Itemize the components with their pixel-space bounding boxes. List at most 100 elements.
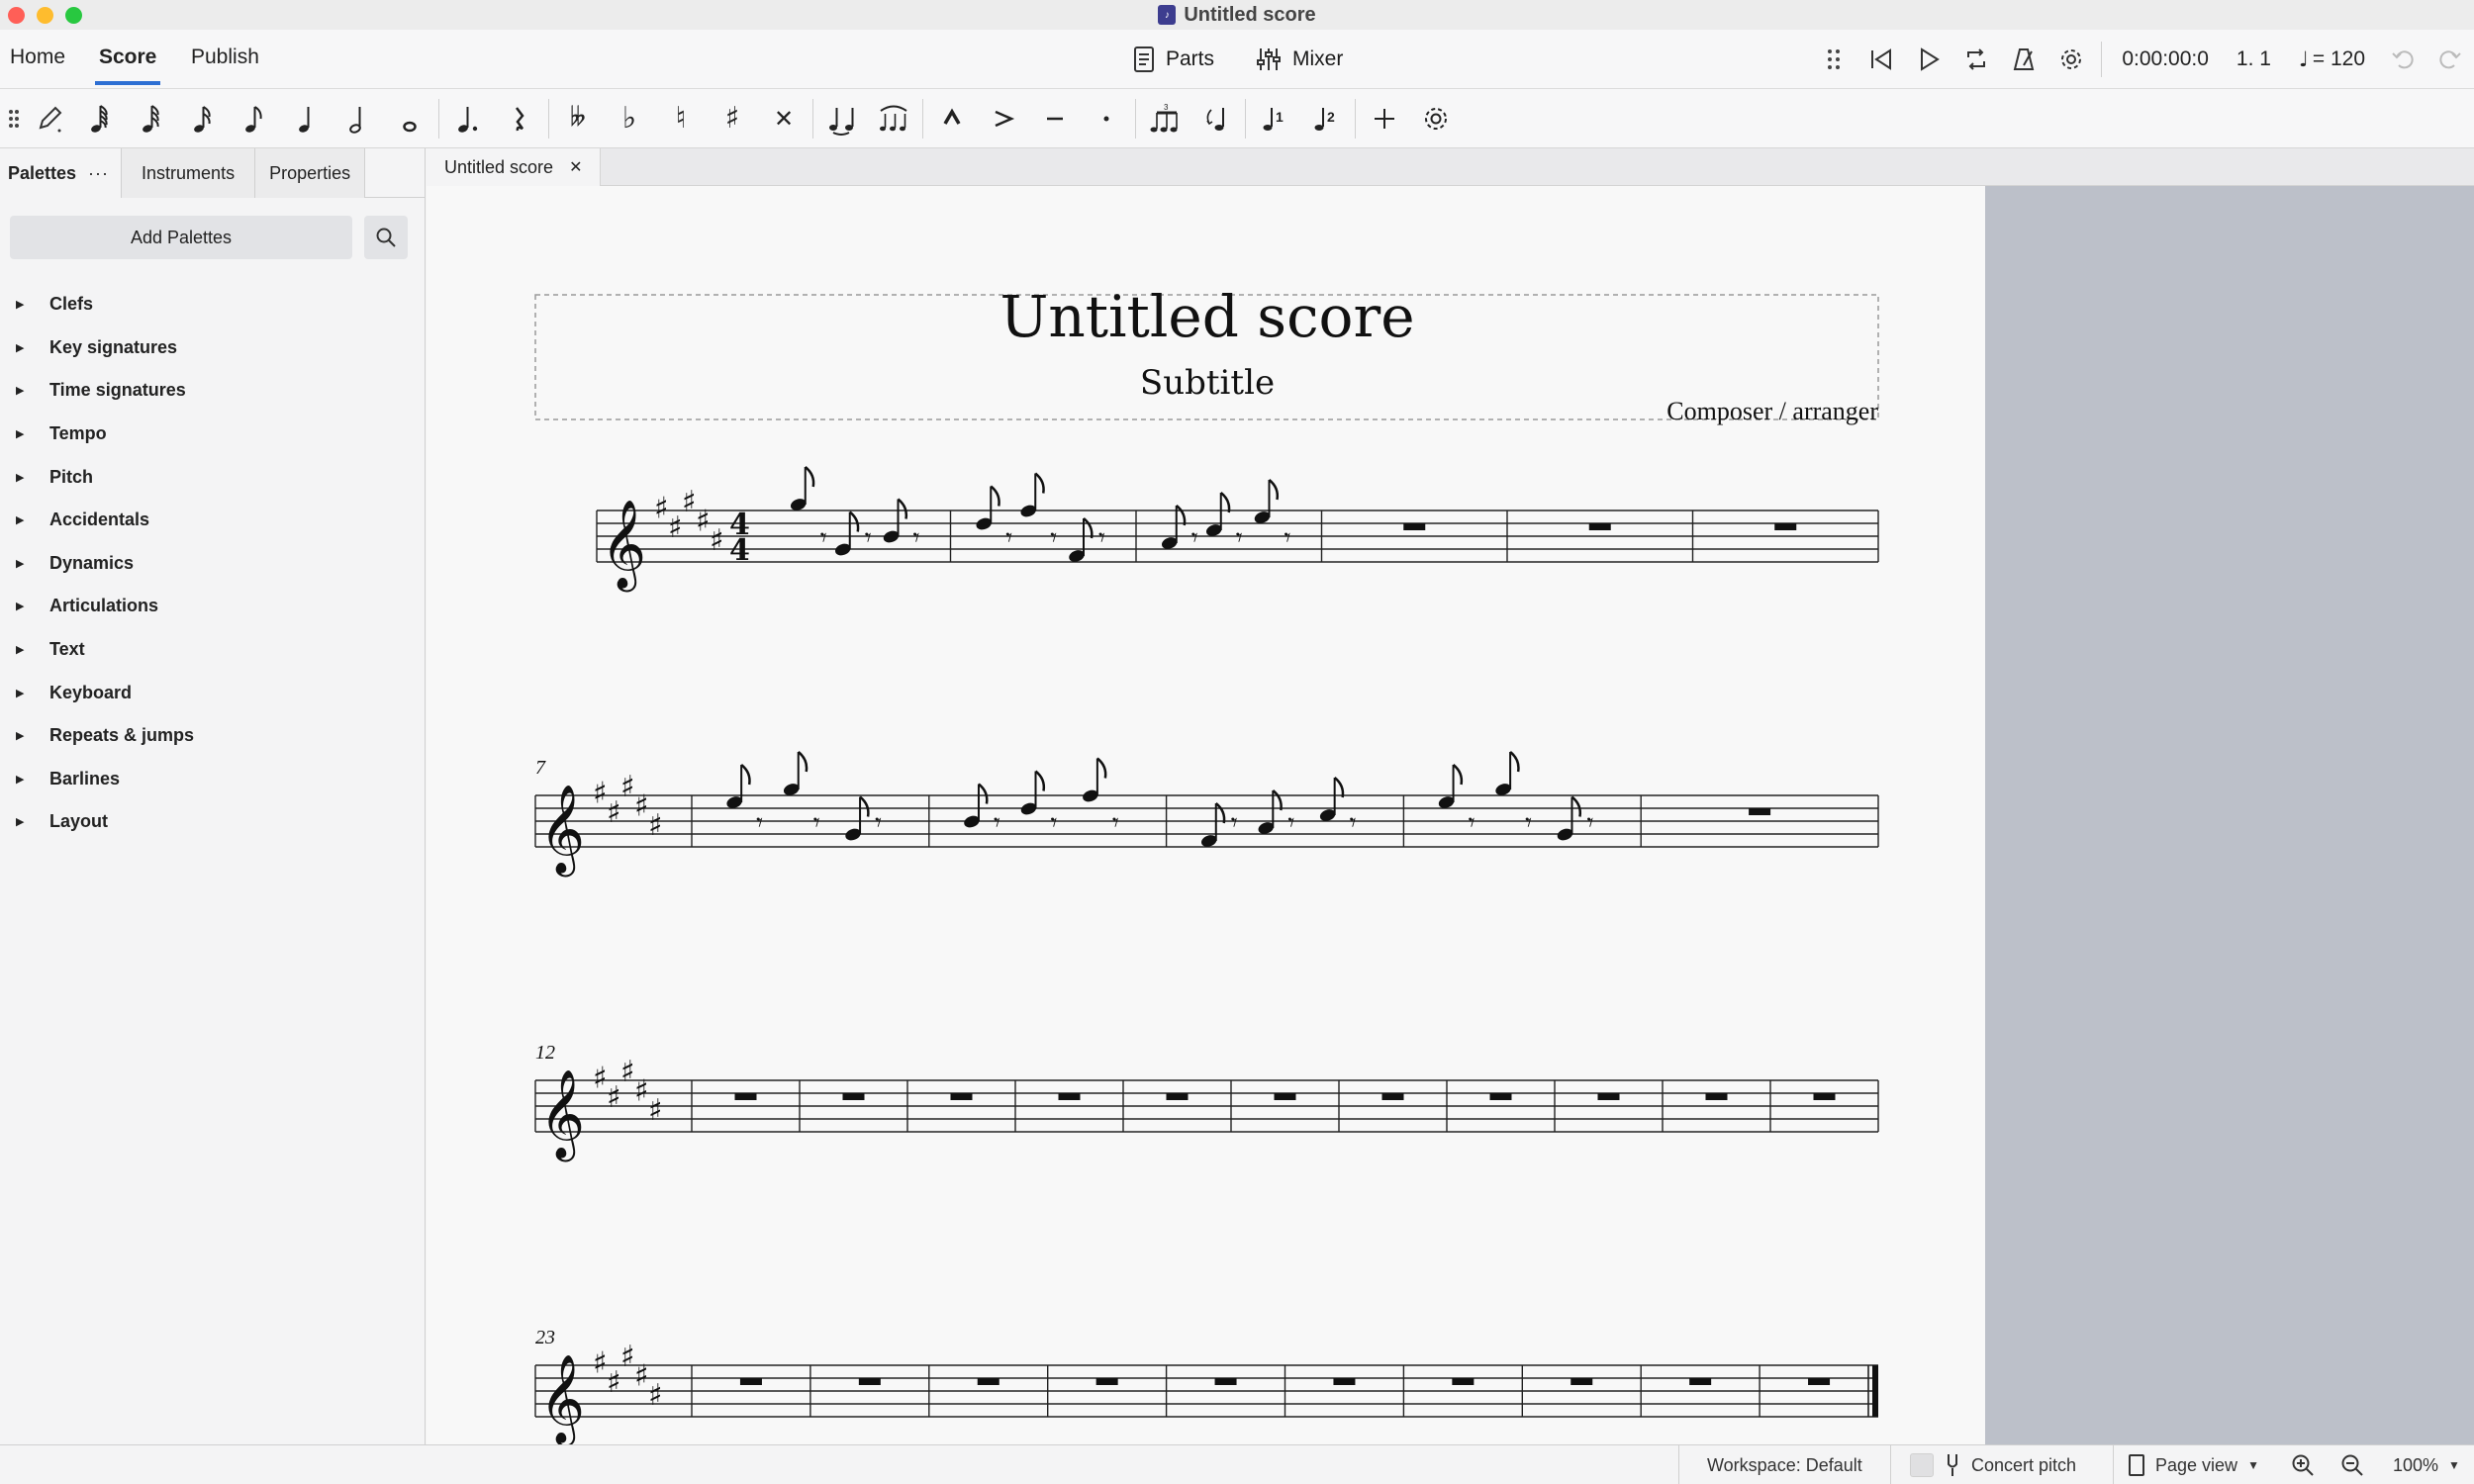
playback-settings-button[interactable] (2047, 36, 2095, 83)
measure-rest[interactable] (950, 1093, 973, 1100)
eighth-rest[interactable]: 𝄾 (1350, 808, 1357, 838)
measure-rest[interactable] (1749, 808, 1771, 815)
key-signature-sharp[interactable]: ♯ (682, 485, 697, 519)
concert-pitch-checkbox[interactable] (1910, 1453, 1934, 1477)
treble-clef[interactable]: 𝄞 (539, 785, 585, 878)
eighth-rest[interactable]: 𝄾 (1231, 808, 1238, 838)
view-mode-dropdown[interactable]: Page view ▼ (2128, 1445, 2259, 1484)
key-signature-sharp[interactable]: ♯ (654, 492, 669, 526)
eighth-rest[interactable]: 𝄾 (1005, 523, 1012, 553)
key-signature-sharp[interactable]: ♯ (607, 1080, 621, 1115)
staff-system[interactable]: 𝄞 ♯♯♯♯♯ 44 𝄾 𝄾 𝄾 𝄾 𝄾 𝄾 𝄾 𝄾 𝄾 (596, 466, 1879, 593)
duration-whole-button[interactable] (384, 93, 435, 144)
key-signature-sharp[interactable]: ♯ (668, 510, 683, 545)
measure-rest[interactable] (1705, 1093, 1728, 1100)
redo-button[interactable] (2426, 36, 2474, 83)
key-signature-sharp[interactable]: ♯ (620, 1340, 635, 1374)
treble-clef[interactable]: 𝄞 (539, 1069, 585, 1162)
measure-rest[interactable] (1489, 1093, 1512, 1100)
measure-rest[interactable] (1381, 1093, 1404, 1100)
voice-2-button[interactable]: 2 (1300, 93, 1352, 144)
zoom-out-button[interactable] (2339, 1445, 2365, 1484)
final-barline[interactable] (1872, 1365, 1878, 1417)
toolbar-drag-handle[interactable] (4, 93, 24, 144)
measure-rest[interactable] (1689, 1378, 1712, 1385)
accent-button[interactable] (978, 93, 1029, 144)
palette-item[interactable]: ▶ Accidentals (0, 499, 426, 542)
measure-rest[interactable] (734, 1093, 757, 1100)
measure-rest[interactable] (858, 1378, 881, 1385)
measure-rest[interactable] (739, 1378, 762, 1385)
palette-item[interactable]: ▶ Layout (0, 800, 426, 844)
time-signature-bottom[interactable]: 4 (729, 533, 750, 568)
measure-rest[interactable] (1813, 1093, 1836, 1100)
natural-button[interactable]: ♮ (655, 93, 707, 144)
palette-item[interactable]: ▶ Clefs (0, 283, 426, 326)
metronome-button[interactable] (2000, 36, 2047, 83)
staff-system[interactable]: 𝄞 ♯♯♯♯♯12 (534, 1042, 1879, 1162)
voice-1-button[interactable]: 1 (1249, 93, 1300, 144)
key-signature-sharp[interactable]: ♯ (648, 1378, 663, 1413)
key-signature-sharp[interactable]: ♯ (696, 505, 711, 539)
tab-publish[interactable]: Publish (191, 46, 259, 69)
tab-palettes[interactable]: Palettes ··· (0, 148, 123, 198)
palette-item[interactable]: ▶ Time signatures (0, 369, 426, 413)
key-signature-sharp[interactable]: ♯ (620, 770, 635, 804)
eighth-rest[interactable]: 𝄾 (1586, 808, 1593, 838)
sharp-button[interactable]: ♯ (707, 93, 758, 144)
concert-pitch-toggle[interactable]: Concert pitch (1910, 1445, 2076, 1484)
loop-button[interactable] (1952, 36, 2000, 83)
eighth-rest[interactable]: 𝄾 (875, 808, 882, 838)
flat-button[interactable]: ♭ (604, 93, 655, 144)
palette-item[interactable]: ▶ Repeats & jumps (0, 714, 426, 758)
key-signature-sharp[interactable]: ♯ (607, 1365, 621, 1400)
staff-system[interactable]: 𝄞 ♯♯♯♯♯23 (534, 1327, 1878, 1444)
double-flat-button[interactable]: 𝄫 (552, 93, 604, 144)
key-signature-sharp[interactable]: ♯ (634, 1359, 649, 1394)
eighth-rest[interactable]: 𝄾 (1236, 523, 1243, 553)
add-button[interactable] (1359, 93, 1410, 144)
document-tab[interactable]: Untitled score ✕ (427, 148, 601, 186)
tie-button[interactable] (816, 93, 868, 144)
palette-item[interactable]: ▶ Dynamics (0, 542, 426, 586)
measure-rest[interactable] (1588, 523, 1611, 530)
eighth-rest[interactable]: 𝄾 (756, 808, 763, 838)
tab-instruments[interactable]: Instruments (122, 148, 256, 198)
marcato-button[interactable] (926, 93, 978, 144)
measure-rest[interactable] (1166, 1093, 1189, 1100)
eighth-rest[interactable]: 𝄾 (813, 808, 820, 838)
measure-rest[interactable] (1274, 1093, 1296, 1100)
eighth-rest[interactable]: 𝄾 (994, 808, 1000, 838)
key-signature-sharp[interactable]: ♯ (620, 1055, 635, 1089)
toolbar-settings-button[interactable] (1410, 93, 1462, 144)
zoom-in-button[interactable] (2290, 1445, 2316, 1484)
flip-direction-button[interactable] (1190, 93, 1242, 144)
eighth-rest[interactable]: 𝄾 (913, 523, 920, 553)
palette-item[interactable]: ▶ Keyboard (0, 671, 426, 714)
score-canvas[interactable]: Untitled score Subtitle Composer / arran… (427, 186, 2474, 1444)
zoom-dropdown[interactable]: 100% ▼ (2393, 1445, 2460, 1484)
measure-rest[interactable] (842, 1093, 865, 1100)
measure-rest[interactable] (1058, 1093, 1081, 1100)
palette-item[interactable]: ▶ Text (0, 628, 426, 672)
close-window-button[interactable] (8, 7, 25, 24)
measure-rest[interactable] (1808, 1378, 1831, 1385)
tenuto-button[interactable] (1029, 93, 1081, 144)
duration-16th-button[interactable] (178, 93, 230, 144)
add-palettes-button[interactable]: Add Palettes (10, 216, 352, 259)
eighth-rest[interactable]: 𝄾 (1050, 523, 1057, 553)
duration-64th-button[interactable] (75, 93, 127, 144)
tab-properties[interactable]: Properties (255, 148, 366, 198)
minimize-window-button[interactable] (37, 7, 53, 24)
measure-rest[interactable] (1095, 1378, 1118, 1385)
measure-rest[interactable] (1774, 523, 1797, 530)
measure-rest[interactable] (1570, 1378, 1593, 1385)
parts-button[interactable]: Parts (1132, 46, 1214, 73)
eighth-rest[interactable]: 𝄾 (865, 523, 872, 553)
key-signature-sharp[interactable]: ♯ (634, 789, 649, 824)
palette-item[interactable]: ▶ Key signatures (0, 326, 426, 370)
key-signature-sharp[interactable]: ♯ (710, 523, 724, 558)
rest-button[interactable] (494, 93, 545, 144)
duration-32nd-button[interactable] (127, 93, 178, 144)
key-signature-sharp[interactable]: ♯ (648, 808, 663, 843)
